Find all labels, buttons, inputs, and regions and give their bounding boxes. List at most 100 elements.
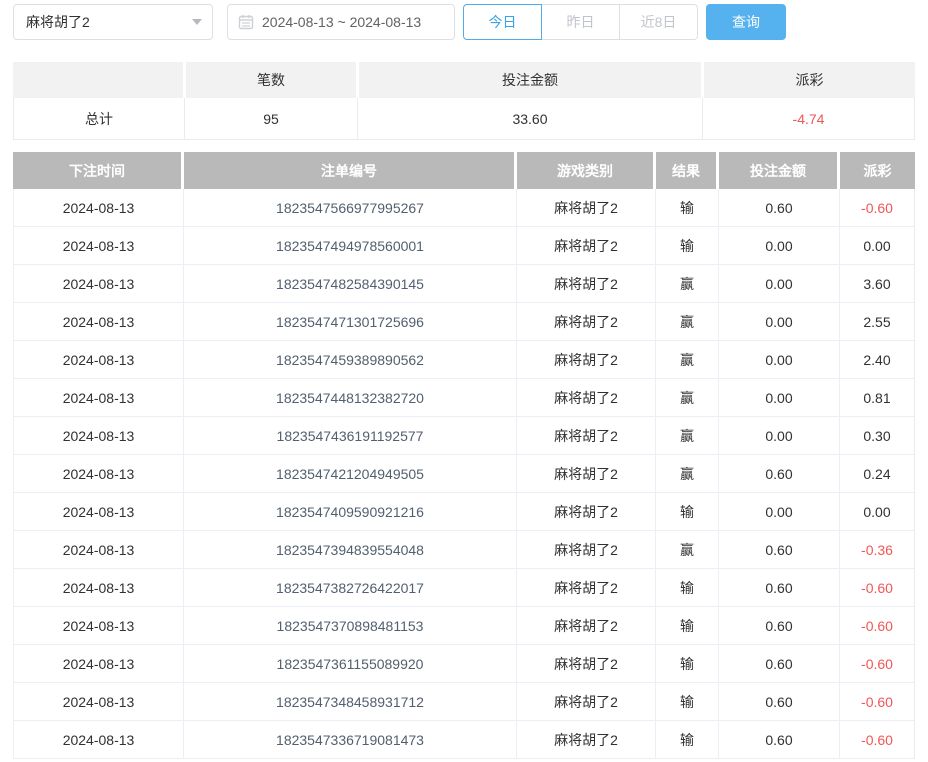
payout-cell: 0.24	[840, 455, 914, 492]
table-row: 2024-08-131823547336719081473麻将胡了2输0.60-…	[14, 721, 914, 759]
bet-time-cell: 2024-08-13	[14, 493, 184, 530]
result-cell: 输	[656, 607, 719, 644]
bet-time-cell: 2024-08-13	[14, 683, 184, 720]
bet-id-cell: 1823547459389890562	[184, 341, 517, 378]
bet-id-cell: 1823547382726422017	[184, 569, 517, 606]
bet-id-cell: 1823547471301725696	[184, 303, 517, 340]
result-cell: 输	[656, 721, 719, 758]
table-row: 2024-08-131823547409590921216麻将胡了2输0.000…	[14, 493, 914, 531]
bet-id-cell: 1823547436191192577	[184, 417, 517, 454]
bet-id-cell: 1823547409590921216	[184, 493, 517, 530]
bet-id-cell: 1823547421204949505	[184, 455, 517, 492]
payout-cell: -0.60	[840, 721, 914, 758]
bet-time-cell: 2024-08-13	[14, 417, 184, 454]
bet-table-header: 下注时间注单编号游戏类别结果投注金额派彩	[13, 152, 915, 189]
result-cell: 输	[656, 569, 719, 606]
table-row: 2024-08-131823547471301725696麻将胡了2赢0.002…	[14, 303, 914, 341]
bet-amount-cell: 0.00	[719, 379, 840, 416]
game-type-cell: 麻将胡了2	[517, 303, 656, 340]
game-select-value: 麻将胡了2	[26, 12, 90, 32]
game-type-cell: 麻将胡了2	[517, 493, 656, 530]
result-cell: 赢	[656, 379, 719, 416]
bet-time-cell: 2024-08-13	[14, 607, 184, 644]
col-header-result: 结果	[656, 152, 716, 189]
bet-id-cell: 1823547361155089920	[184, 645, 517, 682]
bet-amount-cell: 0.00	[719, 265, 840, 302]
bet-id-cell: 1823547566977995267	[184, 189, 517, 226]
bet-time-cell: 2024-08-13	[14, 303, 184, 340]
bet-amount-cell: 0.00	[719, 493, 840, 530]
table-row: 2024-08-131823547448132382720麻将胡了2赢0.000…	[14, 379, 914, 417]
payout-cell: 0.81	[840, 379, 914, 416]
result-cell: 赢	[656, 531, 719, 568]
table-row: 2024-08-131823547421204949505麻将胡了2赢0.600…	[14, 455, 914, 493]
result-cell: 输	[656, 493, 719, 530]
bet-id-cell: 1823547494978560001	[184, 227, 517, 264]
bet-time-cell: 2024-08-13	[14, 569, 184, 606]
bet-time-cell: 2024-08-13	[14, 189, 184, 226]
game-type-cell: 麻将胡了2	[517, 645, 656, 682]
quick-btn-yesterday[interactable]: 昨日	[541, 4, 620, 40]
date-range-picker[interactable]: 2024-08-13 ~ 2024-08-13	[227, 4, 455, 40]
col-header-bet-time: 下注时间	[13, 152, 181, 189]
bet-records-table: 下注时间注单编号游戏类别结果投注金额派彩 2024-08-13182354756…	[13, 152, 915, 759]
result-cell: 输	[656, 227, 719, 264]
game-type-cell: 麻将胡了2	[517, 607, 656, 644]
summary-total-label: 总计	[14, 98, 185, 139]
bet-id-cell: 1823547448132382720	[184, 379, 517, 416]
quick-range-group: 今日 昨日 近8日	[463, 4, 698, 40]
bet-table-rows: 2024-08-131823547566977995267麻将胡了2输0.60-…	[13, 189, 915, 759]
bet-amount-cell: 0.60	[719, 645, 840, 682]
game-type-cell: 麻将胡了2	[517, 341, 656, 378]
table-row: 2024-08-131823547348458931712麻将胡了2输0.60-…	[14, 683, 914, 721]
game-type-cell: 麻将胡了2	[517, 227, 656, 264]
summary-header-blank	[13, 62, 183, 98]
summary-total-payout: -4.74	[703, 98, 914, 139]
game-type-cell: 麻将胡了2	[517, 569, 656, 606]
payout-cell: 0.30	[840, 417, 914, 454]
game-type-cell: 麻将胡了2	[517, 379, 656, 416]
result-cell: 赢	[656, 417, 719, 454]
bet-amount-cell: 0.60	[719, 569, 840, 606]
result-cell: 赢	[656, 455, 719, 492]
table-row: 2024-08-131823547394839554048麻将胡了2赢0.60-…	[14, 531, 914, 569]
table-row: 2024-08-131823547361155089920麻将胡了2输0.60-…	[14, 645, 914, 683]
payout-cell: -0.60	[840, 569, 914, 606]
bet-id-cell: 1823547370898481153	[184, 607, 517, 644]
result-cell: 输	[656, 683, 719, 720]
bet-id-cell: 1823547394839554048	[184, 531, 517, 568]
result-cell: 输	[656, 189, 719, 226]
quick-btn-last8days[interactable]: 近8日	[619, 4, 698, 40]
game-type-cell: 麻将胡了2	[517, 531, 656, 568]
game-type-cell: 麻将胡了2	[517, 265, 656, 302]
bet-id-cell: 1823547336719081473	[184, 721, 517, 758]
summary-header-count: 笔数	[186, 62, 356, 98]
table-row: 2024-08-131823547382726422017麻将胡了2输0.60-…	[14, 569, 914, 607]
game-type-cell: 麻将胡了2	[517, 189, 656, 226]
bet-time-cell: 2024-08-13	[14, 531, 184, 568]
result-cell: 赢	[656, 303, 719, 340]
game-select[interactable]: 麻将胡了2	[13, 4, 213, 40]
bet-time-cell: 2024-08-13	[14, 227, 184, 264]
result-cell: 赢	[656, 341, 719, 378]
summary-total-count: 95	[185, 98, 358, 139]
summary-table: 笔数 投注金额 派彩 总计 95 33.60 -4.74	[13, 62, 915, 140]
bet-time-cell: 2024-08-13	[14, 265, 184, 302]
bet-time-cell: 2024-08-13	[14, 721, 184, 758]
chevron-down-icon	[192, 19, 202, 25]
bet-amount-cell: 0.60	[719, 455, 840, 492]
payout-cell: 2.55	[840, 303, 914, 340]
bet-time-cell: 2024-08-13	[14, 379, 184, 416]
calendar-icon	[238, 14, 254, 30]
summary-header-bet-amount: 投注金额	[359, 62, 701, 98]
payout-cell: -0.60	[840, 607, 914, 644]
result-cell: 输	[656, 645, 719, 682]
query-button[interactable]: 查询	[706, 4, 786, 40]
payout-cell: 3.60	[840, 265, 914, 302]
bet-time-cell: 2024-08-13	[14, 645, 184, 682]
payout-cell: 0.00	[840, 227, 914, 264]
game-type-cell: 麻将胡了2	[517, 455, 656, 492]
quick-btn-today[interactable]: 今日	[463, 4, 542, 40]
filter-toolbar: 麻将胡了2 2024-08-13 ~ 2024-08-13 今日 昨日 近8日	[13, 4, 915, 40]
game-type-cell: 麻将胡了2	[517, 721, 656, 758]
